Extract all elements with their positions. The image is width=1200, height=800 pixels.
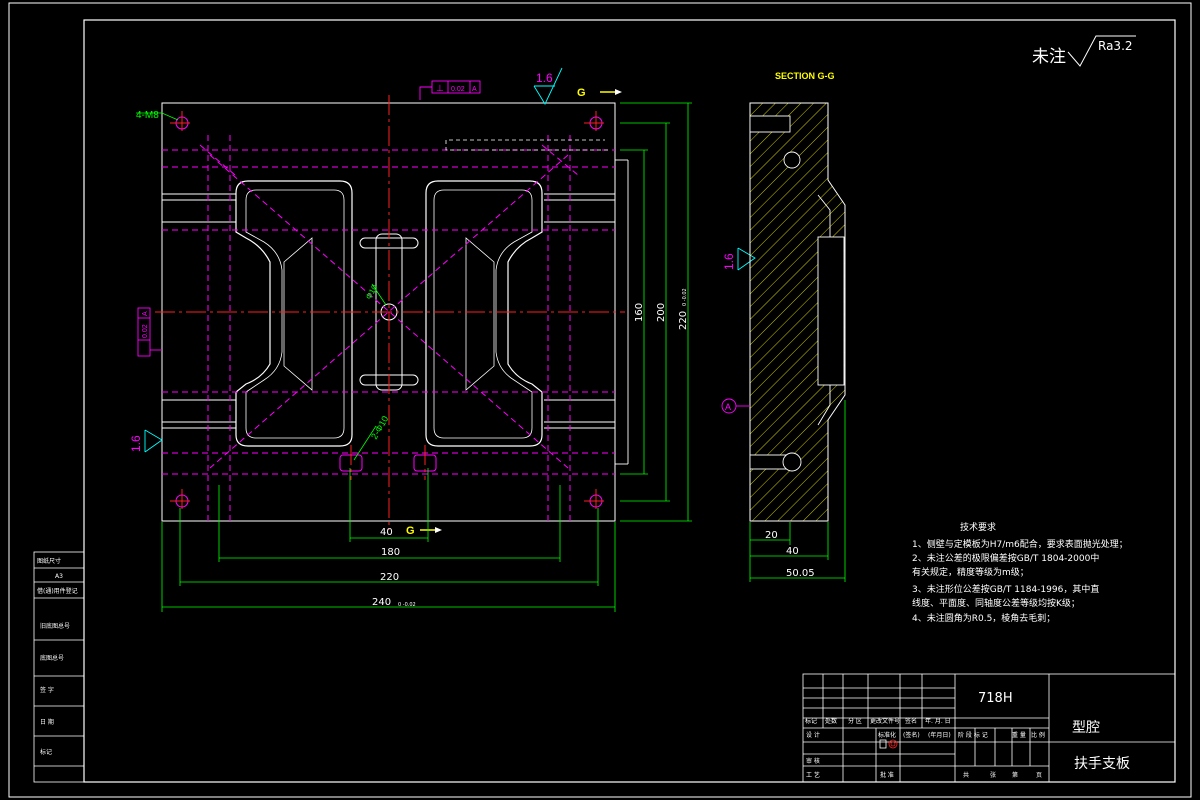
strip-label: 日 期 bbox=[40, 718, 54, 726]
tolerance-value: 0.02 bbox=[451, 86, 465, 93]
roughness-value: Ra3.2 bbox=[1098, 39, 1133, 53]
category: 型腔 bbox=[1072, 720, 1100, 736]
dim-40: 40 bbox=[380, 527, 393, 538]
tb-label: 审 核 bbox=[806, 757, 820, 765]
finish-value: 1.6 bbox=[536, 71, 553, 85]
tb-label: 共 bbox=[963, 771, 969, 779]
tb-label: 标记 bbox=[805, 717, 817, 725]
tb-label: (签名) bbox=[903, 731, 920, 739]
tb-label: (年月日) bbox=[928, 731, 951, 739]
dim-240: 240 bbox=[372, 597, 391, 608]
finish-mark-top: 1.6 bbox=[533, 67, 563, 105]
section-marker-bottom: G bbox=[406, 525, 415, 537]
tolerance-datum-left: A bbox=[142, 311, 149, 316]
section-title: SECTION G-G bbox=[775, 71, 835, 81]
tolerance-value-left: 0.02 bbox=[142, 324, 149, 338]
part-name: 扶手支板 bbox=[1074, 756, 1130, 772]
tb-label: 阶 段 标 记 bbox=[958, 731, 988, 739]
tb-label: 批 准 bbox=[880, 771, 894, 779]
strip-label: 图纸尺寸 bbox=[37, 557, 61, 565]
tb-label: 页 bbox=[1036, 772, 1042, 779]
tolerance-symbol: ⊥ bbox=[436, 83, 444, 93]
strip-label: 借(通)用件登记 bbox=[37, 587, 78, 595]
dim-220-tolerance: 0 -0.02 bbox=[682, 288, 688, 306]
tb-label: 分 区 bbox=[848, 717, 862, 725]
tech-req-item: 2、未注公差的极限偏差按GB/T 1804-2000中 bbox=[912, 552, 1099, 564]
tb-label: 重 量 bbox=[1012, 731, 1026, 739]
front-view bbox=[155, 95, 629, 530]
material: 718H bbox=[978, 691, 1013, 706]
finish-value: 1.6 bbox=[722, 253, 736, 270]
tech-req-item: 1、侧壁与定模板为H7/m6配合，要求表面抛光处理； bbox=[912, 538, 1128, 550]
strip-label: A3 bbox=[55, 573, 63, 580]
tech-req-item: 有关规定，精度等级为m级； bbox=[912, 566, 1029, 578]
dim-40-section: 40 bbox=[786, 546, 799, 557]
dim-240-tolerance: 0 -0.02 bbox=[398, 602, 416, 608]
tolerance-frame-left: 0.02 A bbox=[137, 307, 162, 357]
callout-holes: 4-M8 bbox=[136, 110, 159, 121]
dim-200: 200 bbox=[656, 303, 667, 322]
strip-label: 底图总号 bbox=[40, 654, 64, 662]
section-marker-top: G bbox=[577, 87, 586, 99]
tolerance-datum: A bbox=[472, 86, 477, 93]
tb-label: 标准化 bbox=[878, 731, 896, 739]
section-view bbox=[721, 102, 846, 522]
tech-req-item: 3、未注形位公差按GB/T 1184-1996，其中直 bbox=[912, 583, 1099, 595]
tb-label: 比 例 bbox=[1031, 731, 1045, 739]
dim-220: 220 bbox=[380, 572, 399, 583]
tech-req-title: 技术要求 bbox=[960, 521, 996, 533]
dim-160: 160 bbox=[634, 303, 645, 322]
dim-220-vertical: 220 bbox=[678, 311, 689, 330]
strip-label: 签 字 bbox=[40, 686, 54, 694]
tech-req-item: 线度、平面度、同轴度公差等级均按K级； bbox=[912, 597, 1080, 609]
finish-mark-left: 1.6 bbox=[129, 429, 163, 453]
projection-symbol bbox=[879, 739, 898, 749]
tb-label: 更改文件号 bbox=[870, 717, 900, 725]
finish-value: 1.6 bbox=[129, 435, 143, 452]
tech-req-item: 4、未注圆角为R0.5，棱角去毛刺； bbox=[912, 612, 1055, 624]
datum-label: A bbox=[725, 402, 731, 412]
dim-20: 20 bbox=[765, 530, 778, 541]
cad-drawing: 图纸尺寸 A3 借(通)用件登记 旧底图总号 底图总号 签 字 日 期 标记 未… bbox=[8, 2, 1192, 798]
tb-label: 签名 bbox=[905, 717, 917, 725]
sheet-inner-border bbox=[83, 19, 1176, 783]
tolerance-frame-top: ⊥ 0.02 A bbox=[419, 80, 481, 100]
tb-label: 年. 月. 日 bbox=[925, 717, 951, 725]
tb-label: 张 bbox=[990, 771, 996, 779]
tb-label: 工 艺 bbox=[806, 771, 820, 779]
tb-label: 第 bbox=[1012, 771, 1018, 779]
strip-label: 标记 bbox=[40, 748, 52, 756]
dim-50-05: 50.05 bbox=[786, 568, 815, 579]
left-strip bbox=[33, 551, 85, 783]
strip-label: 旧底图总号 bbox=[40, 622, 70, 630]
roughness-note-text: 未注 bbox=[1032, 47, 1066, 67]
tb-label: 设 计 bbox=[806, 731, 820, 739]
tb-label: 处数 bbox=[825, 717, 837, 725]
callout-slot: 2-Φ10 bbox=[369, 414, 390, 441]
roughness-note: 未注 Ra3.2 bbox=[1032, 35, 1136, 67]
technical-requirements: 技术要求 1、侧壁与定模板为H7/m6配合，要求表面抛光处理； 2、未注公差的极… bbox=[912, 521, 1128, 624]
dim-180: 180 bbox=[381, 547, 400, 558]
